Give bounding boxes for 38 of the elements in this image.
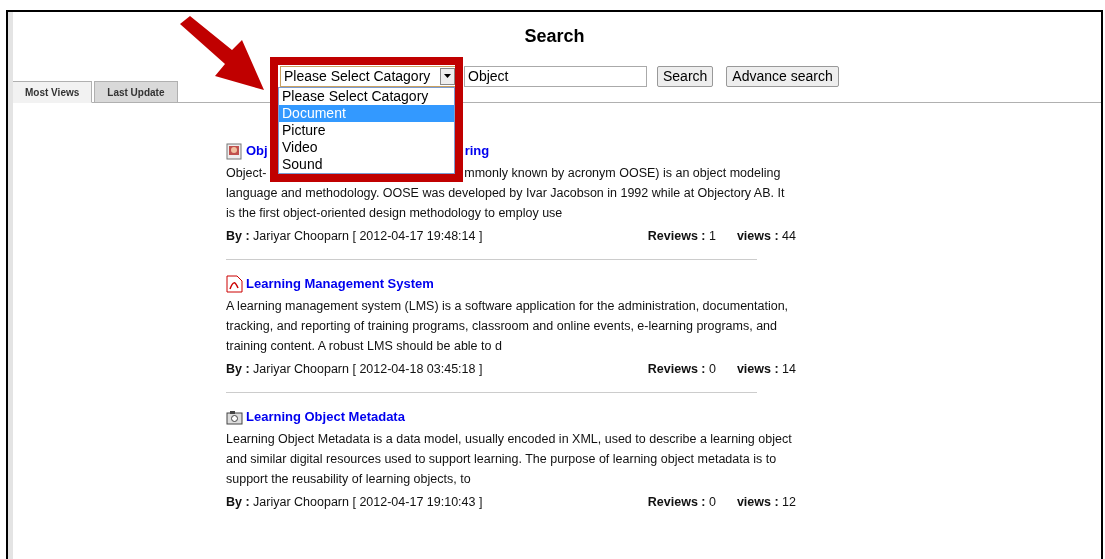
description-text: support the reusability of learning objects, to (226, 470, 471, 488)
view-count: views : 14 (736, 360, 796, 378)
tab[interactable]: Last Update (94, 81, 178, 103)
description-text: and similar digital resources used to support learning. The purpose of learning object metadata is to (226, 450, 777, 468)
search-button[interactable]: Search (657, 65, 714, 87)
review-count: Reviews : 0 (647, 360, 716, 378)
caret-icon (444, 74, 451, 78)
review-count: Reviews : 0 (647, 493, 716, 511)
description-text: mmonly known by acronym OOSE) is an object modeling (464, 164, 781, 182)
byline: By : Jariyar Chooparn [ 2012-04-18 03:45:18 ] (226, 360, 483, 378)
search-field[interactable]: Object (464, 65, 647, 87)
description-text: A learning management system (LMS) is a software application for the administration, documentation, (226, 297, 789, 315)
category-select[interactable]: Please Select Catagory (280, 65, 457, 87)
description-text: training content. A robust LMS should be able to d (226, 337, 502, 355)
byline: By : Jariyar Chooparn [ 2012-04-17 19:10:43 ] (226, 493, 483, 511)
advanced-search-button[interactable]: Advance search (726, 65, 839, 87)
image-file-icon (226, 142, 243, 160)
dropdown-option[interactable]: Picture (279, 122, 454, 139)
dropdown-option[interactable]: Please Select Catagory (279, 88, 454, 105)
description-text: language and methodology. OOSE was developed by Ivar Jacobson in 1992 while at Objectory AB. It (226, 184, 785, 202)
pdf-file-icon (226, 275, 243, 293)
result-title-link[interactable]: Obj (246, 141, 268, 161)
byline: By : Jariyar Chooparn [ 2012-04-17 19:48:14 ] (226, 227, 483, 245)
page-title: Search (524, 25, 585, 48)
description-text: Learning Object Metadata is a data model, usually encoded in XML, used to describe a learning object (226, 430, 792, 448)
tab[interactable]: Most Views (12, 81, 93, 103)
description-text: Object- (226, 164, 267, 182)
description-text: is the first object-oriented design methodology to employ use (226, 204, 563, 222)
camera-icon (226, 409, 243, 425)
dropdown-option[interactable]: Video (279, 139, 454, 156)
result-title-link[interactable]: Learning Object Metadata (246, 407, 405, 427)
view-count: views : 44 (736, 227, 796, 245)
result-title-link[interactable]: Learning Management System (246, 274, 434, 294)
review-count: Reviews : 1 (647, 227, 716, 245)
view-count: views : 12 (736, 493, 796, 511)
description-text: tracking, and reporting of training programs, classroom and online events, e-learning programs, and (226, 317, 777, 335)
dropdown-option[interactable]: Sound (279, 156, 454, 173)
result-title-link[interactable]: ring (464, 141, 490, 161)
